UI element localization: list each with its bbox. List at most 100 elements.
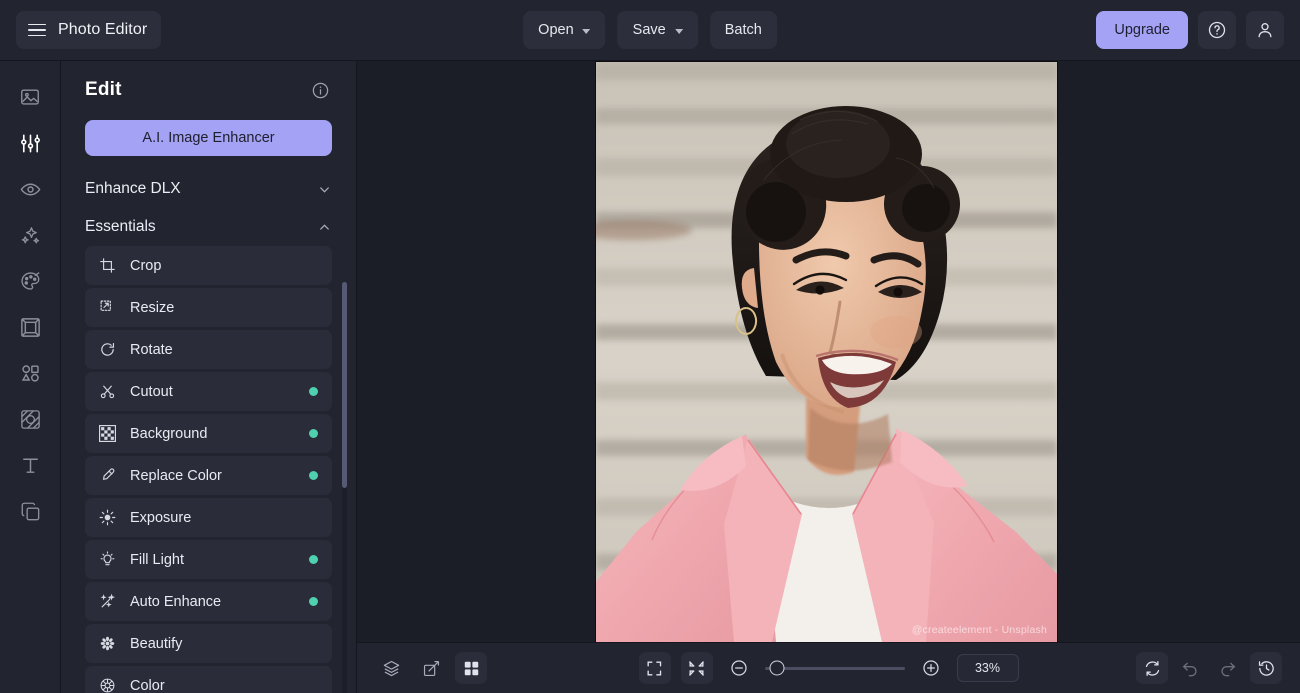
rail-item-texture[interactable]: [9, 401, 51, 437]
rail-item-effects[interactable]: [9, 171, 51, 207]
edit-tool-color-label: Color: [130, 677, 165, 693]
text-icon: [22, 458, 38, 473]
flower-icon: [98, 635, 116, 652]
scissors-icon: [98, 383, 116, 400]
reset-button[interactable]: [1136, 652, 1168, 684]
question-circle-icon: [1208, 21, 1226, 39]
chevron-down-icon: [317, 182, 332, 197]
rail-item-layers[interactable]: [9, 493, 51, 529]
color-wheel-glyph: [100, 678, 114, 693]
help-button[interactable]: [1198, 11, 1236, 49]
app-menu-button[interactable]: Photo Editor: [16, 11, 162, 49]
app-title: Photo Editor: [58, 21, 148, 38]
ai-image-enhancer-button[interactable]: A.I. Image Enhancer: [85, 120, 332, 156]
redo-button[interactable]: [1212, 652, 1244, 684]
edit-tool-beautify[interactable]: Beautify: [85, 624, 332, 663]
edit-tool-cutout[interactable]: Cutout: [85, 372, 332, 411]
edit-tool-fill-light-label: Fill Light: [130, 551, 184, 568]
chevron-down-icon: [582, 28, 591, 34]
panel-scrollbar-thumb[interactable]: [342, 282, 347, 488]
actual-size-button[interactable]: [680, 652, 713, 684]
grid-view-button[interactable]: [455, 652, 487, 684]
chevron-down-icon: [674, 28, 683, 34]
edit-tool-cutout-label: Cutout: [130, 383, 173, 400]
layers-button[interactable]: [375, 652, 407, 684]
zoom-slider-handle[interactable]: [769, 660, 784, 676]
account-button[interactable]: [1246, 11, 1284, 49]
status-badge: [309, 555, 318, 564]
undo-button[interactable]: [1174, 652, 1206, 684]
rail-item-adjust[interactable]: [9, 125, 51, 161]
resize-icon: [98, 299, 116, 316]
edit-tool-auto-enhance[interactable]: Auto Enhance: [85, 582, 332, 621]
header-right-group: Upgrade: [1096, 11, 1284, 49]
history-button[interactable]: [1250, 652, 1282, 684]
reset-icon: [1145, 660, 1159, 676]
upgrade-button[interactable]: Upgrade: [1096, 11, 1188, 49]
edit-tool-exposure[interactable]: Exposure: [85, 498, 332, 537]
frame-icon: [20, 317, 40, 337]
rail-item-text[interactable]: [9, 447, 51, 483]
photo-container[interactable]: @createelement - Unsplash: [596, 62, 1057, 642]
group-essentials[interactable]: Essentials: [85, 208, 332, 246]
edit-tool-color[interactable]: Color: [85, 666, 332, 693]
magic-wand-icon: [98, 593, 116, 610]
batch-button[interactable]: Batch: [709, 11, 777, 49]
rail-item-image[interactable]: [9, 79, 51, 115]
open-button[interactable]: Open: [523, 11, 606, 49]
edit-tool-exposure-label: Exposure: [130, 509, 192, 526]
rail-item-shapes[interactable]: [9, 355, 51, 391]
edit-panel-header: Edit: [61, 61, 356, 101]
flower-glyph: [100, 636, 114, 651]
fit-screen-icon: [647, 660, 662, 676]
fit-to-screen-button[interactable]: [638, 652, 671, 684]
edit-tool-resize[interactable]: Resize: [85, 288, 332, 327]
edit-panel-scroll-area: Enhance DLX Essentials Crop Resize Rotat…: [61, 170, 356, 693]
page-title: Edit: [85, 79, 122, 100]
save-button[interactable]: Save: [617, 11, 698, 49]
app-body: Edit A.I. Image Enhancer Enhance DLX Ess…: [0, 61, 1300, 693]
app-header: Photo Editor Open Save Batch Upgrade: [0, 0, 1300, 61]
edit-tool-fill-light[interactable]: Fill Light: [85, 540, 332, 579]
batch-button-label: Batch: [724, 22, 762, 38]
canvas-area: @createelement - Unsplash 33%: [357, 61, 1300, 693]
rail-item-frames[interactable]: [9, 309, 51, 345]
save-button-label: Save: [632, 22, 666, 38]
edit-tool-background[interactable]: Background: [85, 414, 332, 453]
zoom-level-input[interactable]: 33%: [956, 654, 1019, 682]
group-enhance-dlx[interactable]: Enhance DLX: [85, 170, 332, 208]
bottom-right-group: [1136, 652, 1282, 684]
zoom-in-button[interactable]: [915, 652, 947, 684]
compare-button[interactable]: [415, 652, 447, 684]
zoom-out-button[interactable]: [723, 652, 755, 684]
edit-panel: Edit A.I. Image Enhancer Enhance DLX Ess…: [61, 61, 357, 693]
layers-stack-icon: [383, 660, 399, 676]
photo-editor-app: Photo Editor Open Save Batch Upgrade Edi…: [0, 0, 1300, 693]
bulb-icon: [98, 551, 116, 568]
zoom-slider[interactable]: [764, 660, 905, 676]
info-button[interactable]: [311, 81, 330, 100]
canvas-bottom-toolbar: 33%: [357, 642, 1300, 693]
panel-scrollbar[interactable]: [342, 282, 347, 693]
checker-icon: [98, 425, 116, 442]
edit-tool-replace-color-label: Replace Color: [130, 467, 222, 484]
status-badge: [309, 429, 318, 438]
edit-tool-crop[interactable]: Crop: [85, 246, 332, 285]
status-badge: [309, 471, 318, 480]
edit-tool-rotate[interactable]: Rotate: [85, 330, 332, 369]
edit-tool-replace-color[interactable]: Replace Color: [85, 456, 332, 495]
rail-item-color[interactable]: [9, 263, 51, 299]
edit-tool-resize-label: Resize: [130, 299, 175, 316]
redo-icon: [1221, 662, 1236, 677]
undo-icon: [1182, 662, 1197, 677]
sliders-icon: [20, 134, 40, 152]
rail-item-ai-magic[interactable]: [9, 217, 51, 253]
image-canvas[interactable]: @createelement - Unsplash: [357, 61, 1300, 642]
status-badge: [309, 597, 318, 606]
info-circle-icon: [312, 82, 329, 98]
status-badge: [309, 387, 318, 396]
edit-tool-auto-enhance-label: Auto Enhance: [130, 593, 222, 610]
edit-tool-background-label: Background: [130, 425, 208, 442]
hamburger-icon: [28, 23, 46, 37]
palette-icon: [20, 271, 39, 290]
